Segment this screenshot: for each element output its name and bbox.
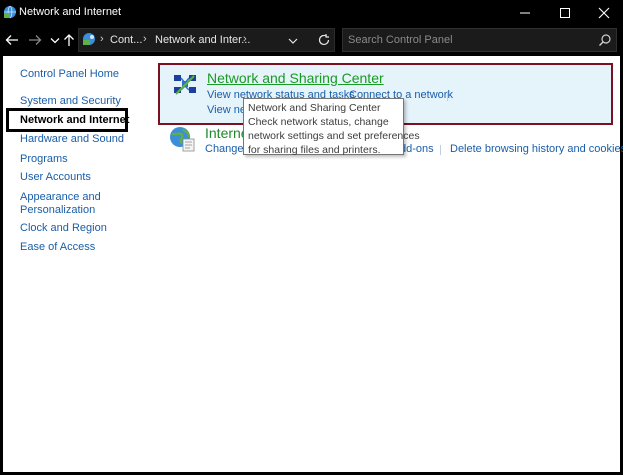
tooltip: Network and Sharing Center Check network… [243, 98, 420, 156]
sidebar-item-ease-of-access[interactable]: Ease of Access [20, 241, 95, 253]
close-icon [598, 7, 610, 19]
refresh-icon[interactable] [317, 33, 331, 47]
tooltip-line: for sharing files and printers. [248, 144, 381, 156]
breadcrumb-separator: › [243, 33, 247, 45]
link-divider [440, 145, 441, 155]
breadcrumb-control-panel[interactable]: Cont... [110, 34, 142, 46]
forward-arrow-icon[interactable] [27, 32, 43, 48]
search-box[interactable]: Search Control Panel [342, 28, 617, 52]
sidebar-item-network-and-internet[interactable]: Network and Internet [20, 114, 129, 126]
sidebar-item-personalization[interactable]: Personalization [20, 204, 95, 216]
search-icon[interactable] [598, 33, 612, 47]
close-button[interactable] [585, 0, 623, 24]
internet-options-globe-icon [170, 127, 195, 152]
tooltip-line: Network and Sharing Center [248, 102, 381, 114]
minimize-icon [520, 12, 530, 14]
sidebar-item-user-accounts[interactable]: User Accounts [20, 171, 91, 183]
window-title: Network and Internet [19, 6, 122, 18]
network-sharing-center-link[interactable]: Network and Sharing Center [207, 70, 384, 86]
control-panel-icon [83, 33, 95, 45]
sidebar-item-system-and-security[interactable]: System and Security [20, 95, 121, 107]
sidebar-item-hardware-and-sound[interactable]: Hardware and Sound [20, 133, 124, 145]
tooltip-line: network settings and set preferences [248, 130, 420, 142]
sidebar-item-programs[interactable]: Programs [20, 153, 68, 165]
maximize-icon [560, 8, 570, 18]
address-dropdown-chevron-icon[interactable] [287, 35, 299, 47]
breadcrumb-separator: › [100, 33, 104, 45]
delete-browsing-history-link[interactable]: Delete browsing history and cookies [450, 143, 623, 155]
link-divider [447, 91, 448, 101]
tooltip-line: Check network status, change [248, 116, 389, 128]
title-bar: Network and Internet [0, 0, 623, 26]
manage-addons-link[interactable]: dd-ons [400, 143, 434, 155]
sidebar-item-control-panel-home[interactable]: Control Panel Home [20, 68, 119, 80]
sidebar-item-appearance-and[interactable]: Appearance and [20, 191, 101, 203]
breadcrumb-separator: › [143, 33, 147, 45]
content-area: Control Panel Home System and Security N… [3, 56, 623, 472]
maximize-button[interactable] [546, 0, 584, 24]
search-placeholder: Search Control Panel [348, 34, 453, 46]
back-arrow-icon[interactable] [4, 32, 20, 48]
breadcrumb-network-and-internet[interactable]: Network and Inter... [155, 34, 250, 46]
navigation-bar: › Cont... › Network and Inter... › Searc… [0, 26, 623, 54]
minimize-button[interactable] [506, 0, 544, 24]
up-arrow-icon[interactable] [61, 32, 77, 48]
sidebar-item-clock-and-region[interactable]: Clock and Region [20, 222, 107, 234]
network-sharing-center-icon [174, 75, 196, 95]
address-bar[interactable]: › Cont... › Network and Inter... › [78, 28, 335, 52]
network-globe-icon [4, 5, 16, 19]
